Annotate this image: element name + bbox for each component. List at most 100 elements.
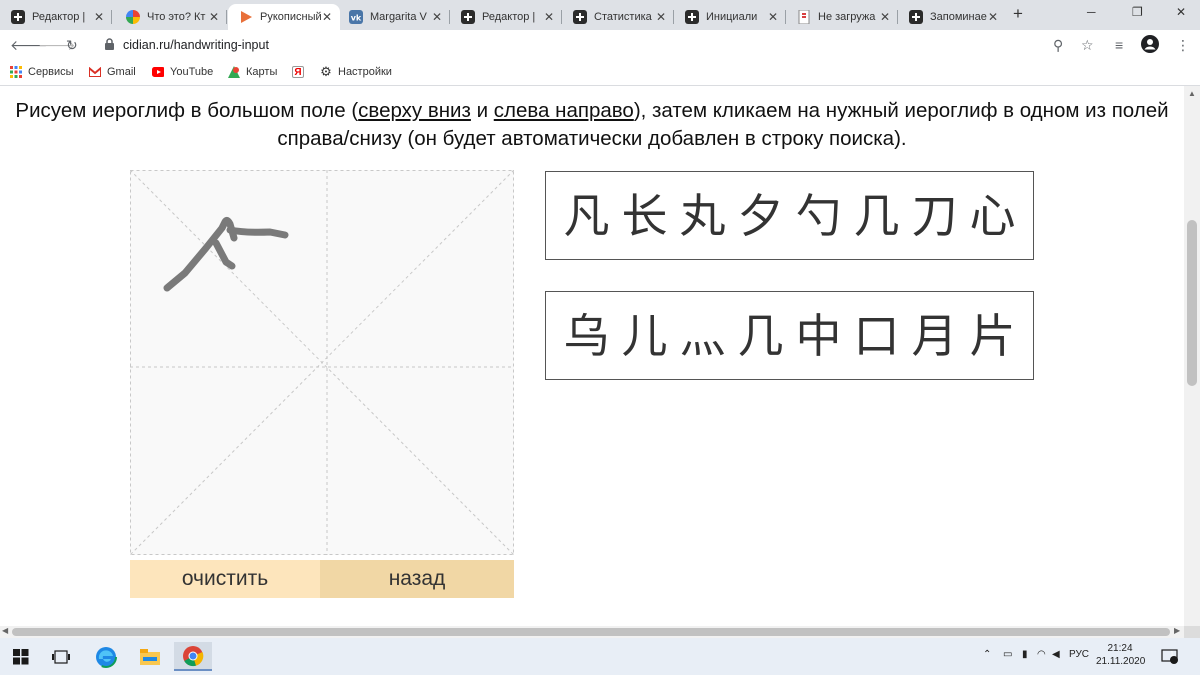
page-error-icon xyxy=(797,10,811,24)
window-close-icon[interactable]: ✕ xyxy=(1176,5,1186,19)
vertical-scrollbar[interactable]: ▲ xyxy=(1184,86,1200,626)
candidate-char[interactable]: 长 xyxy=(616,193,674,239)
page-content: Рисуем иероглиф в большом поле (сверху в… xyxy=(0,86,1184,626)
close-icon[interactable]: ✕ xyxy=(322,10,332,24)
tab-2[interactable]: Что это? Кт ✕ xyxy=(115,4,227,30)
back-button[interactable]: назад xyxy=(320,560,514,598)
plus-square-icon xyxy=(685,10,699,24)
clock[interactable]: 21:24 21.11.2020 xyxy=(1096,642,1145,668)
restore-icon[interactable]: ❐ xyxy=(1132,5,1143,19)
candidate-char[interactable]: 几 xyxy=(732,313,790,359)
close-icon[interactable]: ✕ xyxy=(988,10,998,24)
close-icon[interactable]: ✕ xyxy=(656,10,666,24)
network-icon[interactable]: ◠ xyxy=(1037,649,1046,660)
tab-title: Не загружа xyxy=(818,11,876,23)
plus-square-icon xyxy=(909,10,923,24)
drawing-canvas[interactable] xyxy=(130,170,514,555)
apps-icon xyxy=(10,66,22,78)
language-indicator[interactable]: РУС xyxy=(1069,649,1089,660)
bookmark-label: YouTube xyxy=(170,66,214,78)
media-queue-icon[interactable]: ≡ xyxy=(1115,37,1123,53)
tab-title: Статистика xyxy=(594,11,652,23)
tab-1[interactable]: Редактор | ✕ xyxy=(0,4,112,30)
link-left-right[interactable]: слева направо xyxy=(494,99,634,122)
bookmark-star-icon[interactable]: ☆ xyxy=(1081,37,1094,54)
yandex-icon: Я xyxy=(292,66,304,78)
minimize-icon[interactable]: ─ xyxy=(1087,5,1096,19)
candidate-char[interactable]: 月 xyxy=(906,313,964,359)
link-top-down[interactable]: сверху вниз xyxy=(358,99,471,122)
windows-start-icon[interactable] xyxy=(10,646,32,668)
handwritten-stroke xyxy=(163,216,289,292)
clear-button[interactable]: очистить xyxy=(130,560,320,598)
candidate-char[interactable]: 口 xyxy=(848,313,906,359)
bookmark-maps[interactable]: Карты xyxy=(228,66,277,78)
close-icon[interactable]: ✕ xyxy=(768,10,778,24)
horizontal-scroll-thumb[interactable] xyxy=(12,628,1170,636)
scroll-up-icon[interactable]: ▲ xyxy=(1188,89,1196,98)
tab-6[interactable]: Статистика ✕ xyxy=(562,4,674,30)
candidates-row-2: 乌 儿 灬 几 中 口 月 片 xyxy=(545,291,1034,380)
tray-device-icon[interactable]: ▭ xyxy=(1003,649,1012,660)
candidate-char[interactable]: 灬 xyxy=(674,313,732,359)
maps-icon xyxy=(228,66,240,78)
candidate-char[interactable]: 乌 xyxy=(558,313,616,359)
candidate-char[interactable]: 勺 xyxy=(790,193,848,239)
file-explorer-icon[interactable] xyxy=(138,646,162,668)
reload-icon[interactable]: ↻ xyxy=(66,37,78,54)
bookmark-gmail[interactable]: Gmail xyxy=(89,66,136,78)
candidate-char[interactable]: 凡 xyxy=(558,193,616,239)
close-icon[interactable]: ✕ xyxy=(880,10,890,24)
task-view-icon[interactable] xyxy=(50,646,72,668)
tab-7[interactable]: Инициали ✕ xyxy=(674,4,786,30)
candidate-char[interactable]: 心 xyxy=(964,193,1022,239)
address-bar[interactable]: cidian.ru/handwriting-input xyxy=(123,38,269,52)
close-icon[interactable]: ✕ xyxy=(544,10,554,24)
youtube-icon xyxy=(152,66,164,78)
clock-time: 21:24 xyxy=(1107,643,1133,654)
tab-title: Margarita V xyxy=(370,11,427,23)
bookmark-label: Gmail xyxy=(107,66,136,78)
tab-4[interactable]: vk Margarita V ✕ xyxy=(338,4,450,30)
tab-5[interactable]: Редактор | ✕ xyxy=(450,4,562,30)
candidate-char[interactable]: 中 xyxy=(790,313,848,359)
tray-chevron-icon[interactable]: ⌃ xyxy=(983,649,991,660)
scroll-right-icon[interactable]: ▶ xyxy=(1174,626,1180,635)
bookmark-yandex[interactable]: Я xyxy=(292,66,310,78)
chrome-taskbar-icon[interactable] xyxy=(174,642,212,671)
tab-8[interactable]: Не загружа ✕ xyxy=(786,4,898,30)
close-icon[interactable]: ✕ xyxy=(209,10,219,24)
bookmark-label: Настройки xyxy=(338,66,392,78)
profile-avatar-icon[interactable] xyxy=(1141,35,1159,56)
svg-text:vk: vk xyxy=(351,14,362,23)
close-icon[interactable]: ✕ xyxy=(432,10,442,24)
battery-icon[interactable]: ▮ xyxy=(1022,649,1028,660)
vertical-scroll-thumb[interactable] xyxy=(1187,220,1197,386)
candidate-char[interactable]: 几 xyxy=(848,193,906,239)
candidate-char[interactable]: 丸 xyxy=(674,193,732,239)
lock-icon[interactable] xyxy=(104,38,115,51)
volume-icon[interactable]: ◀ xyxy=(1052,649,1060,660)
notification-count: 1 xyxy=(1170,651,1174,658)
notifications-icon[interactable]: 1 xyxy=(1160,646,1180,668)
candidate-char[interactable]: 夕 xyxy=(732,193,790,239)
candidate-char[interactable]: 片 xyxy=(964,313,1022,359)
bookmark-services[interactable]: Сервисы xyxy=(10,66,74,78)
zoom-icon[interactable]: ⚲ xyxy=(1053,37,1063,54)
gmail-icon xyxy=(89,66,101,78)
menu-kebab-icon[interactable]: ⋮ xyxy=(1176,37,1190,54)
tab-3-active[interactable]: Рукописный ✕ xyxy=(228,4,340,30)
scroll-left-icon[interactable]: ◀ xyxy=(2,626,8,635)
close-icon[interactable]: ✕ xyxy=(94,10,104,24)
tab-title: Инициали xyxy=(706,11,758,23)
horizontal-scrollbar[interactable]: ◀ ▶ xyxy=(0,626,1184,638)
tab-strip: Редактор | ✕ Что это? Кт ✕ Рукописный ✕ … xyxy=(0,0,1200,30)
bookmark-youtube[interactable]: YouTube xyxy=(152,66,213,78)
play-icon xyxy=(239,10,253,24)
edge-browser-icon[interactable] xyxy=(94,646,118,668)
candidate-char[interactable]: 刀 xyxy=(906,193,964,239)
candidate-char[interactable]: 儿 xyxy=(616,313,674,359)
tab-9[interactable]: Запоминае ✕ xyxy=(898,4,1006,30)
bookmark-settings[interactable]: ⚙ Настройки xyxy=(320,64,392,79)
new-tab-button[interactable]: + xyxy=(1013,4,1023,24)
